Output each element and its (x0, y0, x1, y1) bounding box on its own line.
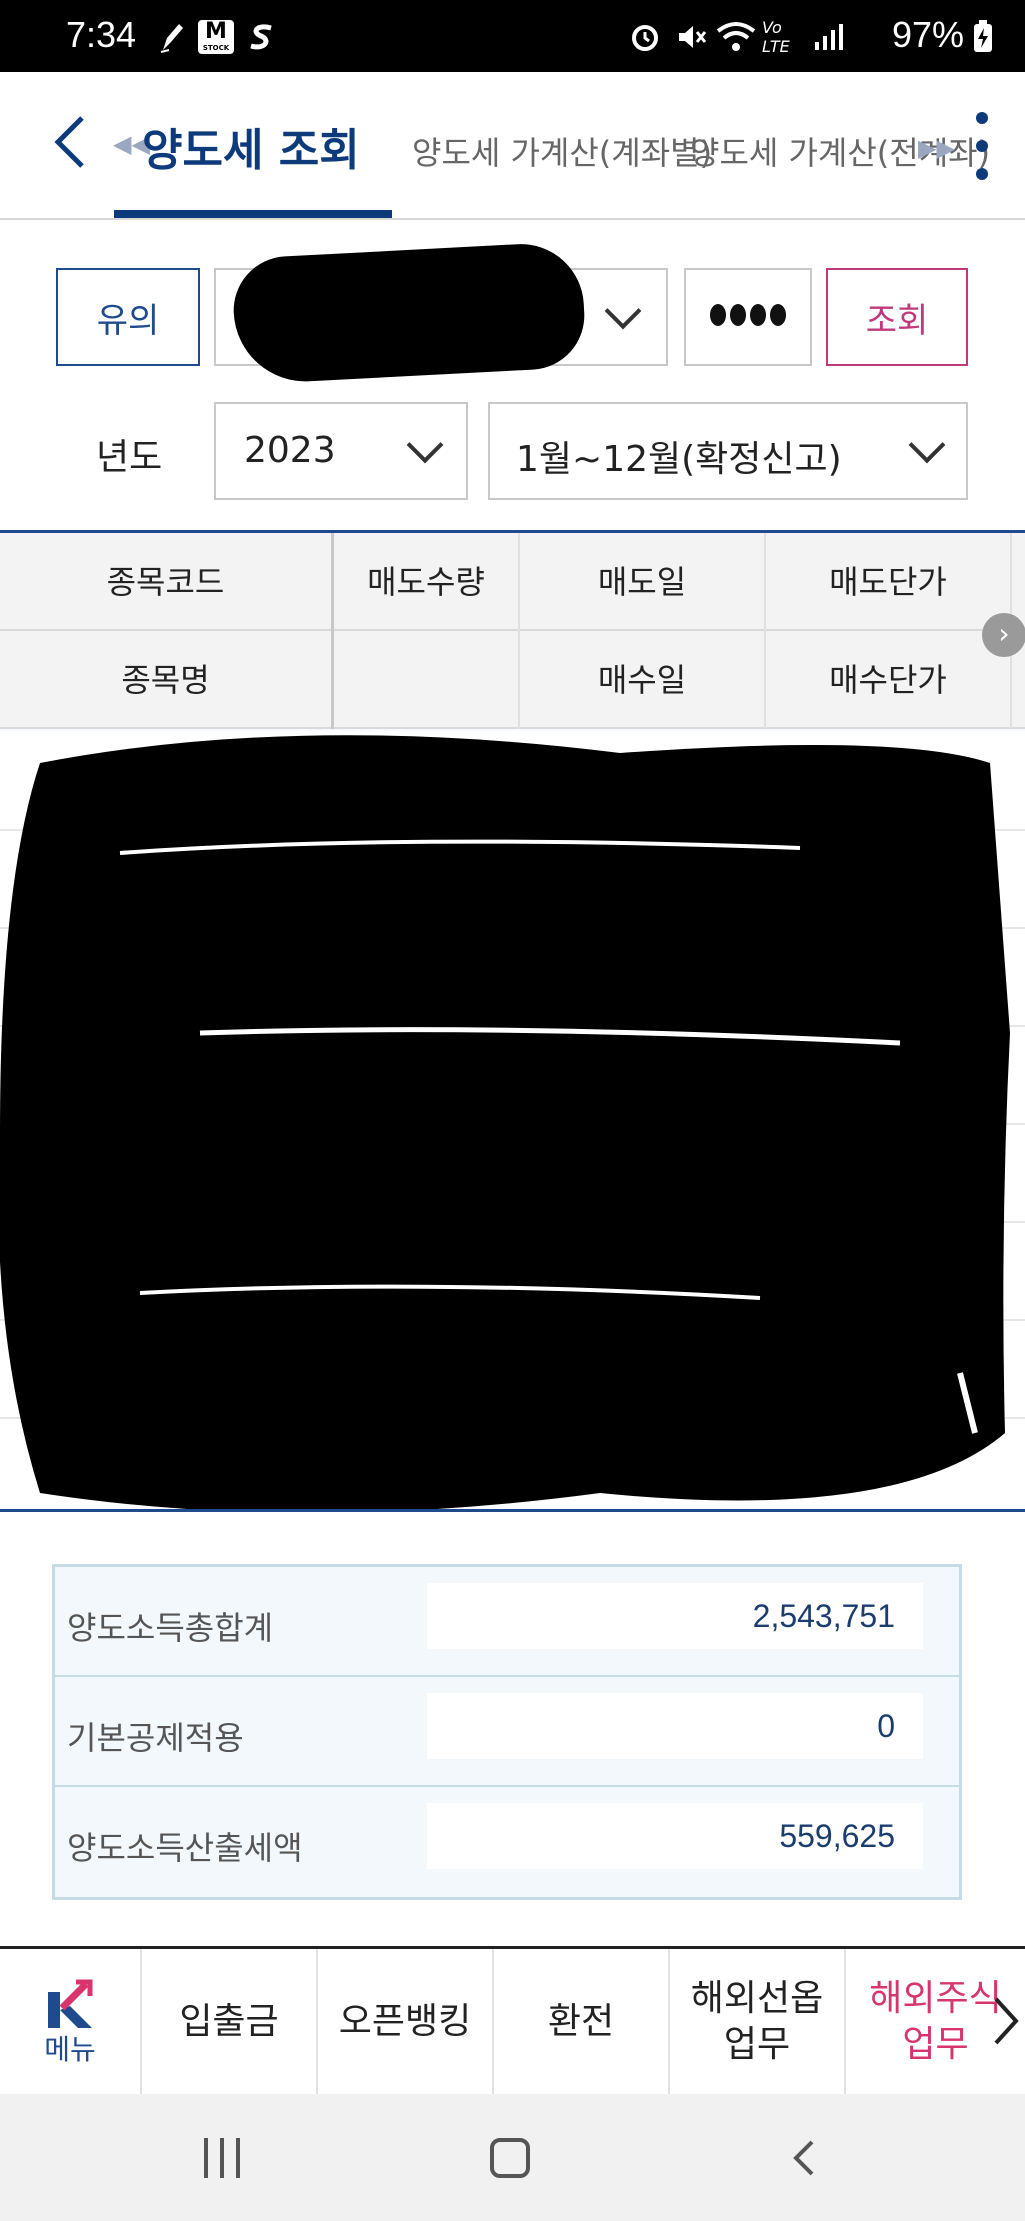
m-stock-icon: M STOCK (198, 20, 234, 54)
more-options-icon[interactable] (976, 112, 990, 182)
table-header-row: 종목명 매수일 매수단가 (0, 631, 1025, 729)
home-icon[interactable] (490, 2138, 530, 2178)
col-buy-price: 매수단가 (766, 631, 1012, 729)
quick-menu-exchange[interactable]: 환전 (494, 1949, 670, 2094)
summary-row-basic-deduction: 기본공제적용 0 (55, 1677, 959, 1787)
back-button[interactable] (50, 112, 90, 172)
table-header-row: 종목코드 매도수량 매도일 매도단가 (0, 533, 1025, 631)
back-nav-icon[interactable] (790, 2138, 818, 2178)
volte-icon: Vo LTE (762, 18, 790, 56)
transactions-table: 종목코드 매도수량 매도일 매도단가 종목명 매수일 매수단가 › (0, 530, 1025, 1512)
mute-icon (674, 20, 708, 54)
tab-capital-gains-tax-inquiry[interactable]: 양도세 조회 (142, 114, 360, 178)
table-scroll-right-button[interactable]: › (982, 613, 1025, 657)
year-select[interactable]: 2023 (214, 402, 468, 500)
summary-value: 0 (427, 1693, 923, 1759)
wifi-icon (716, 20, 756, 54)
chevron-down-icon (406, 426, 444, 464)
tab-estimate-by-account[interactable]: 양도세 가계산(계좌별) (412, 128, 712, 174)
password-mask (708, 304, 788, 330)
chevron-right-icon[interactable] (990, 1993, 1020, 2049)
summary-label: 양도소득총합계 (67, 1609, 274, 1647)
recent-apps-icon[interactable] (204, 2138, 244, 2178)
s-icon (246, 20, 278, 54)
chevron-down-icon (908, 426, 946, 464)
battery-charging-icon (970, 20, 996, 54)
col-sell-quantity: 매도수량 (334, 533, 520, 631)
tab-scroll-right-icon[interactable]: ▶▶ (918, 134, 955, 162)
col-stock-name: 종목명 (0, 631, 334, 729)
col-sell-date: 매도일 (520, 533, 766, 631)
clock: 7:34 (66, 14, 137, 55)
active-tab-indicator (114, 210, 392, 218)
summary-row-total-gain: 양도소득총합계 2,543,751 (55, 1567, 959, 1677)
menu-button[interactable]: 메뉴 (0, 1949, 142, 2094)
summary-panel: 양도소득총합계 2,543,751 기본공제적용 0 양도소득산출세액 559,… (52, 1564, 962, 1900)
period-value: 1월~12월(확정신고) (516, 439, 842, 480)
redaction-mark (230, 240, 588, 386)
query-button[interactable]: 조회 (826, 268, 968, 366)
redaction-mark (0, 735, 1010, 1509)
year-value: 2023 (244, 430, 336, 471)
chevron-down-icon (604, 292, 642, 330)
col-sell-price: 매도단가 (766, 533, 1012, 631)
system-navigation-bar (0, 2094, 1025, 2221)
battery-percent: 97% (892, 14, 965, 55)
col-stock-code: 종목코드 (0, 533, 334, 631)
period-select[interactable]: 1월~12월(확정신고) (488, 402, 968, 500)
quick-menu-bar: 메뉴 입출금 오픈뱅킹 환전 해외선옵 업무 해외주식 업무 (0, 1946, 1025, 2094)
signal-icon (812, 20, 844, 54)
password-field[interactable] (684, 268, 812, 366)
summary-label: 양도소득산출세액 (67, 1829, 303, 1867)
quick-menu-overseas-futures[interactable]: 해외선옵 업무 (670, 1949, 846, 2094)
col-empty (334, 631, 520, 729)
status-bar: 7:34 M STOCK Vo LTE 97% (0, 0, 1025, 72)
pen-icon (156, 20, 188, 54)
k-logo-icon (42, 1978, 98, 2034)
summary-label: 기본공제적용 (67, 1719, 244, 1757)
notice-button[interactable]: 유의 (56, 268, 200, 366)
year-label: 년도 (96, 437, 163, 478)
summary-value: 2,543,751 (427, 1583, 923, 1649)
summary-row-calculated-tax: 양도소득산출세액 559,625 (55, 1787, 959, 1897)
header: ◀◀ 양도세 조회 양도세 가계산(계좌별) 양도세 가계산(전계좌) ▶▶ (0, 72, 1025, 220)
alarm-icon (628, 20, 662, 54)
quick-menu-open-banking[interactable]: 오픈뱅킹 (318, 1949, 494, 2094)
menu-label: 메뉴 (44, 2032, 96, 2066)
summary-value: 559,625 (427, 1803, 923, 1869)
quick-menu-deposit-withdrawal[interactable]: 입출금 (142, 1949, 318, 2094)
col-buy-date: 매수일 (520, 631, 766, 729)
